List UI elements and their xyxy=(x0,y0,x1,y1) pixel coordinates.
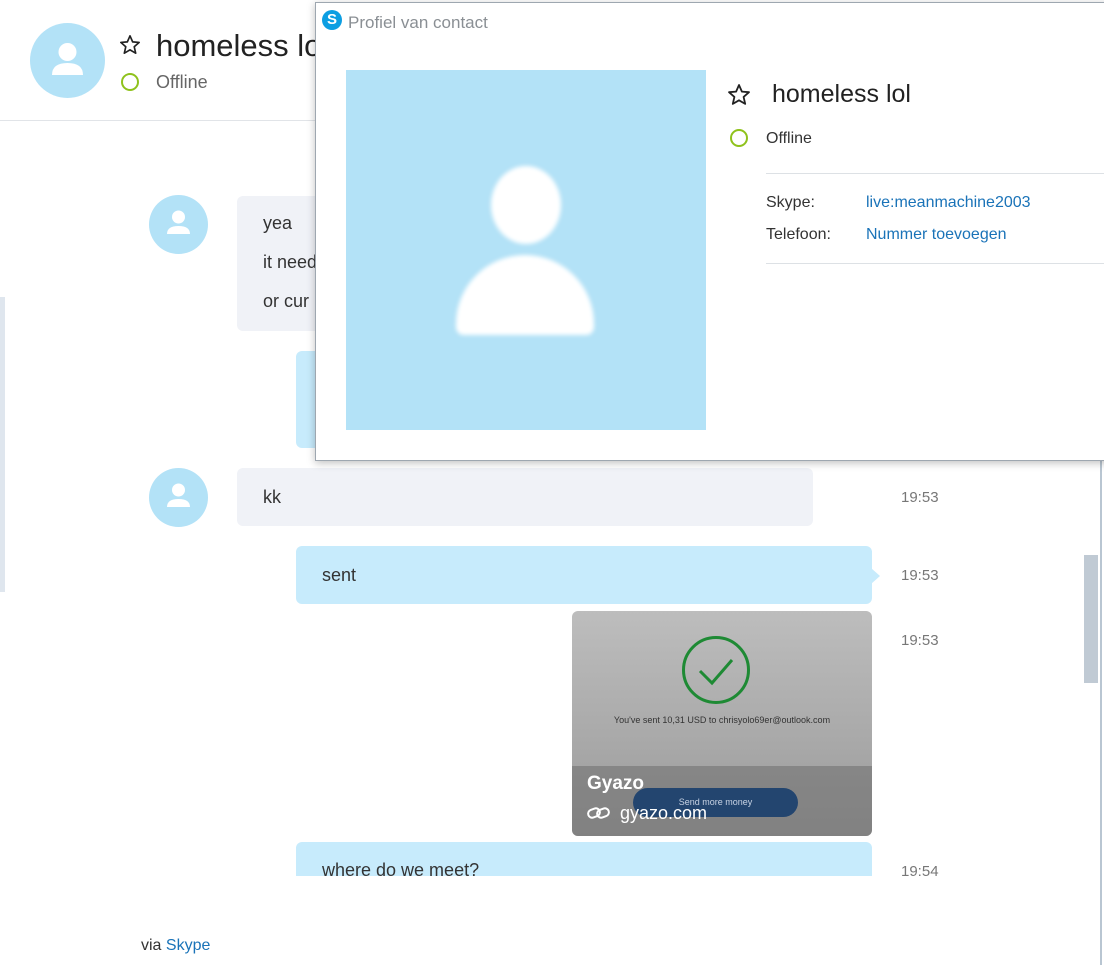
footer-skype-link[interactable]: Skype xyxy=(166,937,210,954)
divider xyxy=(766,173,1104,174)
offline-status-icon xyxy=(121,73,139,91)
window-edge xyxy=(1100,460,1102,965)
add-phone-link[interactable]: Nummer toevoegen xyxy=(866,226,1007,244)
bubble-tail xyxy=(871,568,880,584)
favorite-star-icon[interactable] xyxy=(727,83,751,107)
message-time: 19:53 xyxy=(901,632,939,649)
left-divider xyxy=(0,297,5,592)
favorite-star-icon[interactable] xyxy=(119,34,141,56)
contact-profile-window: S Profiel van contact homeless lol Offli… xyxy=(315,2,1104,461)
scrollbar-thumb[interactable] xyxy=(1084,555,1098,683)
message-text: sent xyxy=(322,565,357,585)
profile-name: homeless lol xyxy=(772,80,911,108)
payment-confirmation-text: You've sent 10,31 USD to chrisyolo69er@o… xyxy=(613,715,831,725)
skype-logo-icon: S xyxy=(322,10,342,30)
person-icon xyxy=(167,483,190,507)
message-line: or cur xyxy=(263,291,310,311)
checkmark-circle-icon xyxy=(682,636,750,704)
skype-label: Skype: xyxy=(766,194,815,211)
person-head-shape xyxy=(491,166,561,244)
scrollbar-track[interactable] xyxy=(1084,460,1100,965)
profile-status: Offline xyxy=(766,130,812,147)
contact-name: homeless lol xyxy=(156,28,329,63)
message-bubble xyxy=(237,468,813,526)
profile-picture xyxy=(346,70,706,430)
message-line: it need xyxy=(263,252,318,272)
person-icon xyxy=(52,43,83,75)
footer-via: via xyxy=(141,937,162,954)
message-clip: where do we meet? xyxy=(296,842,872,876)
gyazo-image-preview[interactable]: You've sent 10,31 USD to chrisyolo69er@o… xyxy=(572,611,872,836)
link-preview-title: Gyazo xyxy=(587,773,645,794)
phone-label: Telefoon: xyxy=(766,226,831,243)
message-text: kk xyxy=(263,487,281,507)
message-avatar[interactable] xyxy=(149,468,208,527)
message-avatar[interactable] xyxy=(149,195,208,254)
divider xyxy=(766,263,1104,264)
link-icon xyxy=(587,807,610,819)
offline-status-icon xyxy=(730,129,748,147)
person-body-shape xyxy=(456,255,594,335)
message-time: 19:53 xyxy=(901,567,939,584)
footer: via Skype xyxy=(141,937,210,955)
message-time: 19:54 xyxy=(901,863,939,880)
message-bubble xyxy=(296,546,872,604)
message-line: yea xyxy=(263,213,293,233)
contact-avatar[interactable] xyxy=(30,23,105,98)
contact-status: Offline xyxy=(156,72,208,92)
window-title: Profiel van contact xyxy=(348,13,488,32)
link-preview-url: gyazo.com xyxy=(620,803,708,823)
skype-id-link[interactable]: live:meanmachine2003 xyxy=(866,194,1031,212)
message-text: where do we meet? xyxy=(322,860,480,876)
message-time: 19:53 xyxy=(901,489,939,506)
person-icon xyxy=(167,210,190,234)
